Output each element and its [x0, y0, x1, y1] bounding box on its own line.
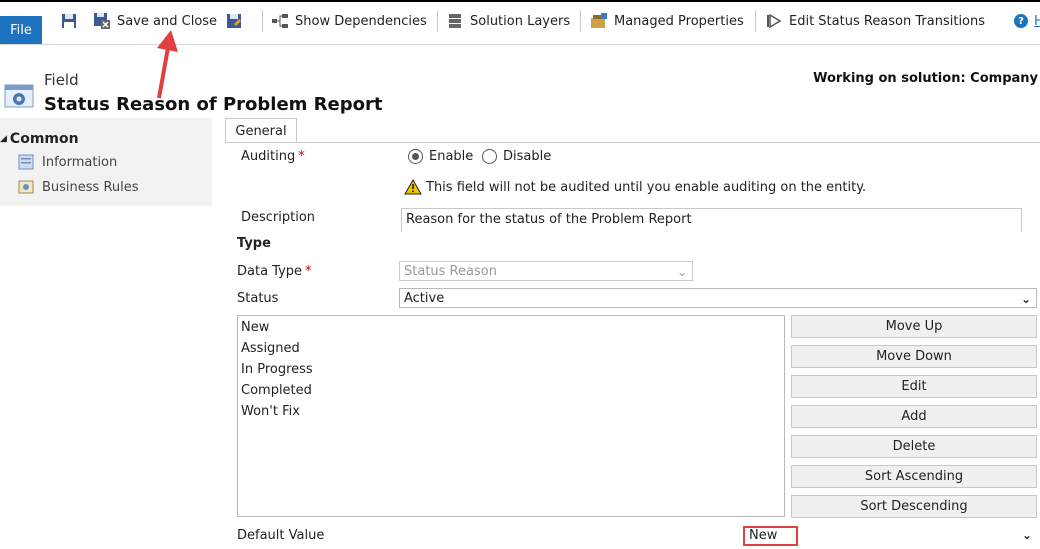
dependencies-icon — [272, 14, 288, 28]
disable-radio[interactable] — [482, 149, 497, 164]
delete-button[interactable]: Delete — [791, 435, 1037, 458]
help-label: H — [1034, 13, 1040, 29]
nav-item-label: Information — [42, 154, 118, 170]
status-value: Active — [404, 290, 445, 306]
layers-icon — [449, 14, 461, 28]
save-icon — [62, 14, 76, 28]
description-field[interactable]: Reason for the status of the Problem Rep… — [401, 208, 1022, 232]
toolbar-separator — [262, 10, 263, 32]
auditing-disable-option[interactable]: Disable — [482, 149, 551, 164]
solution-layers-button[interactable]: Solution Layers — [446, 10, 570, 32]
edit-button[interactable]: Edit — [791, 375, 1037, 398]
chevron-down-icon: ⌄ — [676, 265, 687, 279]
toolbar-separator — [580, 10, 581, 32]
sort-descending-button[interactable]: Sort Descending — [791, 495, 1037, 518]
tab-general[interactable]: General — [225, 118, 297, 143]
help-icon: ? — [1014, 14, 1028, 28]
warning-icon — [404, 179, 422, 195]
description-label: Description — [241, 210, 316, 225]
managed-properties-icon — [591, 13, 607, 28]
add-button[interactable]: Add — [791, 405, 1037, 428]
auditing-label: Auditing — [241, 149, 296, 164]
audit-warning-text: This field will not be audited until you… — [426, 179, 867, 195]
required-icon: * — [305, 264, 312, 279]
managed-properties-button[interactable]: Managed Properties — [590, 10, 744, 32]
data-type-value: Status Reason — [404, 263, 497, 279]
data-type-select: Status Reason ⌄ — [399, 261, 693, 281]
default-value-label: Default Value — [237, 528, 325, 543]
data-type-label-row: Data Type * — [237, 264, 312, 279]
auditing-label-row: Auditing * — [241, 149, 305, 164]
status-label: Status — [237, 291, 279, 306]
annotation-highlight-box — [743, 526, 798, 546]
chevron-down-icon: ⌄ — [1020, 292, 1031, 306]
edit-status-reason-transitions-button[interactable]: Edit Status Reason Transitions — [765, 10, 985, 32]
data-type-label: Data Type — [237, 264, 303, 279]
tab-divider — [225, 142, 1040, 143]
toolbar-separator — [437, 10, 438, 32]
nav-section-common[interactable]: ◢ Common — [0, 131, 79, 147]
top-border — [0, 0, 1040, 2]
toolbar-separator — [755, 10, 756, 32]
audit-warning: This field will not be audited until you… — [404, 179, 866, 195]
show-dependencies-label: Show Dependencies — [295, 13, 427, 29]
chevron-down-icon: ⌄ — [1021, 528, 1032, 542]
solution-layers-label: Solution Layers — [470, 13, 571, 29]
save-close-icon — [94, 13, 110, 29]
list-item[interactable]: Won't Fix — [241, 404, 300, 419]
nav-section-label: Common — [9, 131, 79, 147]
status-select[interactable]: Active ⌄ — [399, 288, 1037, 308]
nav-item-business-rules[interactable]: Business Rules — [18, 179, 139, 195]
managed-properties-label: Managed Properties — [614, 13, 744, 29]
page-title: Status Reason of Problem Report — [44, 94, 383, 115]
required-icon: * — [298, 149, 305, 164]
save-button[interactable] — [60, 10, 78, 32]
annotation-arrow — [157, 30, 178, 99]
enable-label: Enable — [429, 149, 474, 164]
auditing-enable-option[interactable]: Enable — [408, 149, 473, 164]
show-dependencies-button[interactable]: Show Dependencies — [271, 10, 427, 32]
nav-item-label: Business Rules — [42, 179, 139, 195]
field-entity-icon — [4, 84, 34, 108]
entity-type-label: Field — [44, 71, 79, 89]
edit-transitions-label: Edit Status Reason Transitions — [789, 13, 986, 29]
sort-ascending-button[interactable]: Sort Ascending — [791, 465, 1037, 488]
information-icon — [18, 154, 34, 170]
business-rules-icon — [18, 180, 34, 194]
type-heading: Type — [237, 236, 271, 251]
nav-item-information[interactable]: Information — [18, 154, 117, 170]
save-and-close-label: Save and Close — [117, 13, 218, 29]
solution-label: Working on solution: Company — [813, 71, 1038, 86]
collapse-icon: ◢ — [0, 134, 7, 144]
list-item[interactable]: Assigned — [241, 341, 300, 356]
enable-radio[interactable] — [408, 149, 423, 164]
move-down-button[interactable]: Move Down — [791, 345, 1037, 368]
file-button[interactable]: File — [0, 16, 42, 44]
save-as-button[interactable] — [225, 10, 243, 32]
status-reason-list[interactable]: New Assigned In Progress Completed Won't… — [237, 315, 785, 517]
transitions-icon — [767, 13, 782, 29]
save-as-icon — [227, 14, 241, 28]
disable-label: Disable — [503, 149, 552, 164]
list-item[interactable]: New — [241, 320, 269, 335]
left-navigation: ◢ Common Information Business Rules — [0, 118, 212, 206]
list-item[interactable]: In Progress — [241, 362, 313, 377]
list-item[interactable]: Completed — [241, 383, 312, 398]
move-up-button[interactable]: Move Up — [791, 315, 1037, 338]
help-button[interactable]: ? H — [1014, 10, 1040, 32]
